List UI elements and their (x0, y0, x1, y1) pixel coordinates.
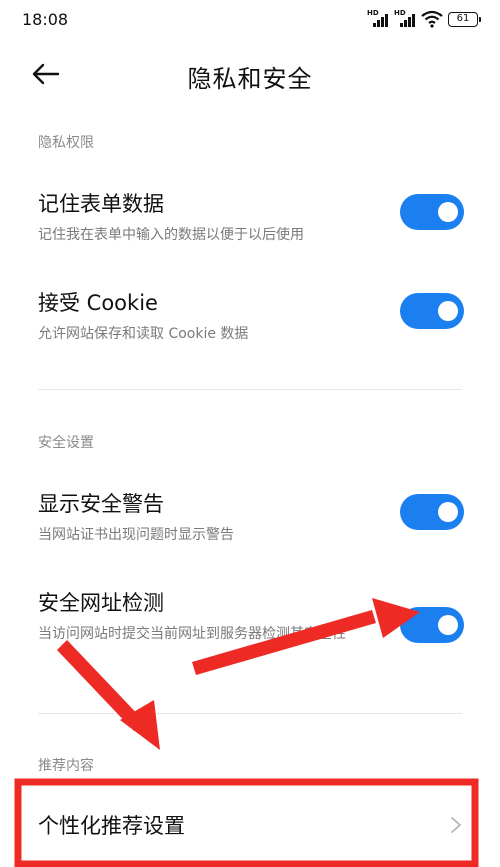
app-bar: 隐私和安全 (0, 46, 500, 102)
status-time: 18:08 (22, 10, 69, 29)
setting-show-security-warnings: 显示安全警告 当网站证书出现问题时显示警告 (0, 488, 500, 568)
divider (38, 713, 462, 714)
section-header-recommended: 推荐内容 (38, 758, 94, 774)
cellular-signal-icon-2: HD (394, 10, 416, 28)
toggle-safe-url-check[interactable] (400, 607, 464, 643)
battery-icon: 61 (448, 11, 481, 27)
setting-remember-form-data: 记住表单数据 记住我在表单中输入的数据以便于以后使用 (0, 188, 500, 268)
setting-title: 记住表单数据 (38, 192, 164, 216)
status-icons: HD HD 61 (367, 9, 481, 29)
status-bar: 18:08 HD HD 61 (0, 0, 500, 40)
setting-subtitle: 当访问网站时提交当前网址到服务器检测其安全性 (38, 626, 346, 642)
nav-item-title: 个性化推荐设置 (38, 814, 185, 838)
section-header-security: 安全设置 (38, 435, 94, 451)
setting-title: 显示安全警告 (38, 492, 164, 516)
setting-accept-cookie: 接受 Cookie 允许网站保存和读取 Cookie 数据 (0, 287, 500, 367)
setting-title: 安全网址检测 (38, 591, 164, 615)
page-title: 隐私和安全 (187, 65, 313, 93)
setting-subtitle: 允许网站保存和读取 Cookie 数据 (38, 326, 249, 342)
divider (38, 389, 462, 390)
toggle-remember-form-data[interactable] (400, 194, 464, 230)
personalized-recommendation-settings[interactable]: 个性化推荐设置 (0, 782, 500, 867)
setting-subtitle: 当网站证书出现问题时显示警告 (38, 527, 234, 543)
toggle-accept-cookie[interactable] (400, 293, 464, 329)
toggle-show-security-warnings[interactable] (400, 494, 464, 530)
wifi-icon (421, 10, 443, 28)
setting-title: 接受 Cookie (38, 291, 158, 315)
section-header-privacy: 隐私权限 (38, 135, 94, 151)
setting-safe-url-check: 安全网址检测 当访问网站时提交当前网址到服务器检测其安全性 (0, 587, 500, 687)
cellular-signal-icon: HD (367, 10, 389, 28)
chevron-right-icon (451, 817, 461, 833)
setting-subtitle: 记住我在表单中输入的数据以便于以后使用 (38, 227, 304, 243)
